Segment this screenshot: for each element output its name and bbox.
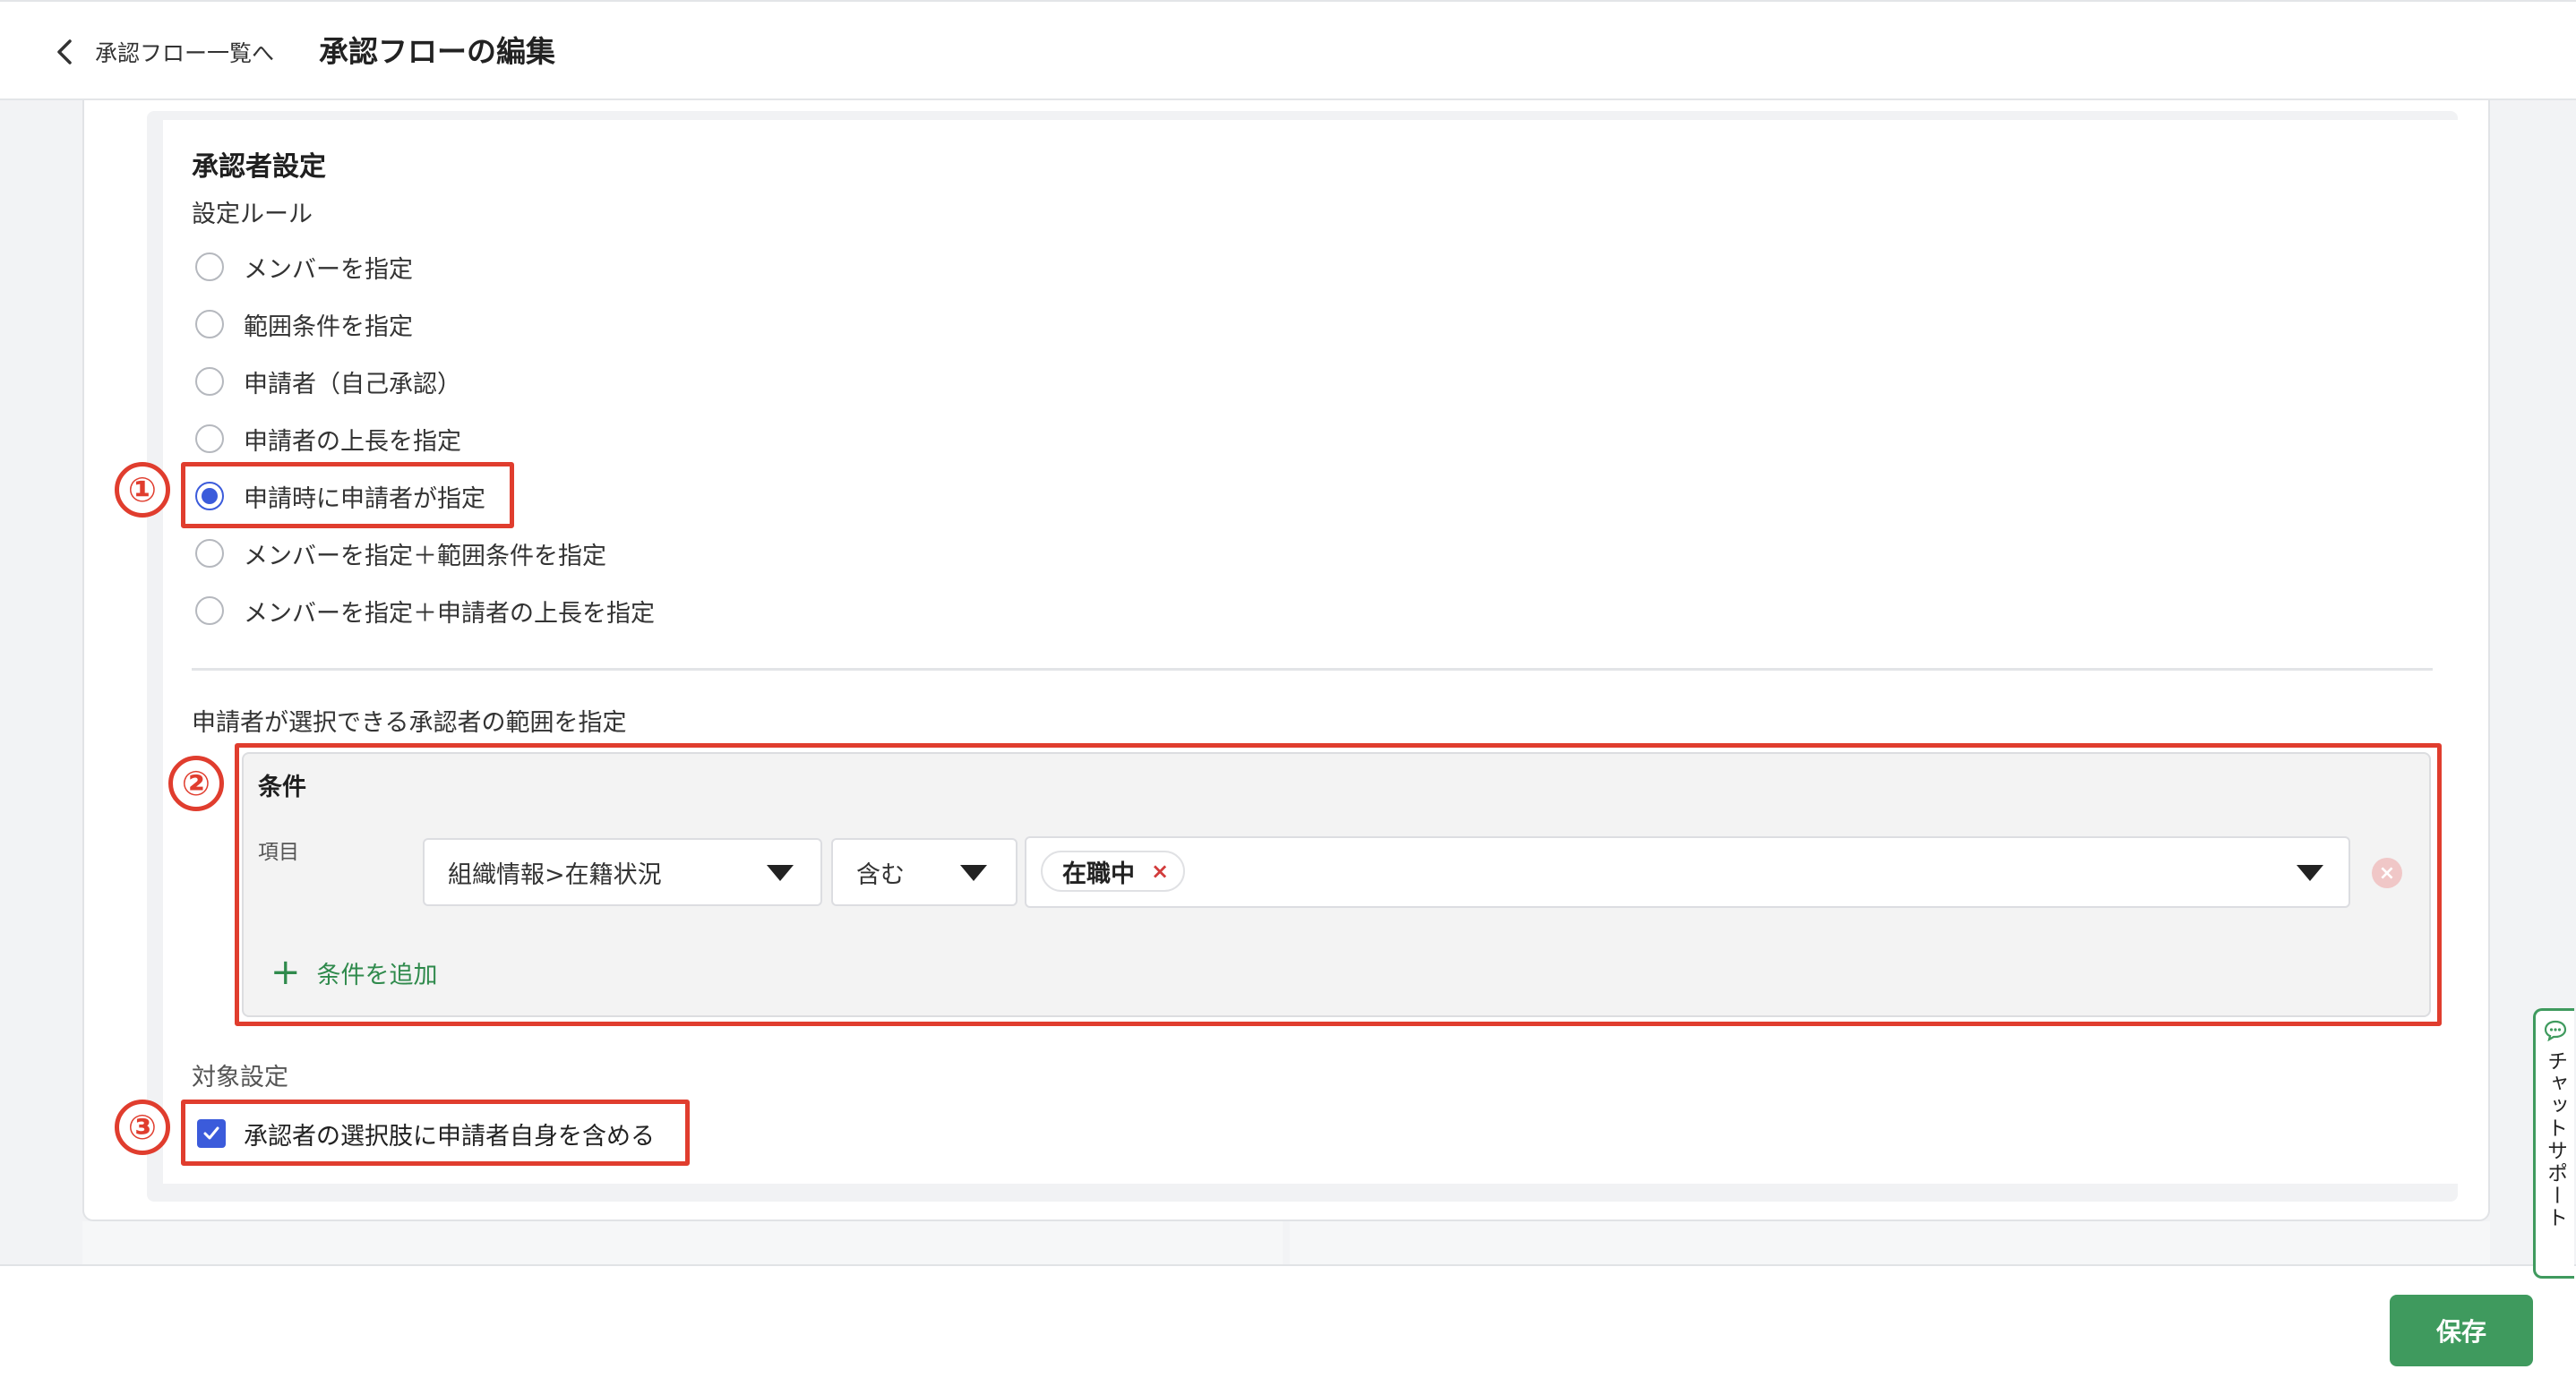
radio-label: メンバーを指定 xyxy=(244,255,413,284)
radio-label: メンバーを指定＋申請者の上長を指定 xyxy=(244,599,655,628)
target-label: 対象設定 xyxy=(192,1064,288,1091)
chat-support-label: チャットサポート xyxy=(2543,1050,2567,1229)
radio-button[interactable] xyxy=(195,310,224,338)
radio-option-range[interactable]: 範囲条件を指定 xyxy=(195,304,413,344)
footer-bar xyxy=(0,1264,2576,1395)
save-button[interactable]: 保存 xyxy=(2390,1295,2533,1366)
radio-option-self-approval[interactable]: 申請者（自己承認） xyxy=(195,362,461,401)
annotation-number-3: ③ xyxy=(115,1100,170,1155)
range-label: 申請者が選択できる承認者の範囲を指定 xyxy=(192,709,627,737)
back-to-list-link[interactable]: 承認フロー一覧へ xyxy=(54,34,274,70)
back-link-label: 承認フロー一覧へ xyxy=(95,40,275,66)
page-header: 承認フロー一覧へ 承認フローの編集 xyxy=(0,0,2576,100)
chat-bubble-icon xyxy=(2544,1020,2566,1041)
radio-option-member-plus-range[interactable]: メンバーを指定＋範囲条件を指定 xyxy=(195,534,606,573)
approver-settings-title: 承認者設定 xyxy=(192,151,326,183)
annotation-box-3 xyxy=(181,1100,690,1166)
radio-button[interactable] xyxy=(195,367,224,396)
annotation-box-2 xyxy=(235,743,2442,1026)
next-step-card-right xyxy=(1290,1221,2490,1266)
section-divider xyxy=(192,668,2433,671)
annotation-box-1 xyxy=(181,462,514,528)
radio-button[interactable] xyxy=(195,596,224,625)
radio-option-member-plus-supervisor[interactable]: メンバーを指定＋申請者の上長を指定 xyxy=(195,591,655,630)
radio-label: 範囲条件を指定 xyxy=(244,312,413,341)
radio-button[interactable] xyxy=(195,424,224,453)
radio-button[interactable] xyxy=(195,539,224,568)
radio-label: メンバーを指定＋範囲条件を指定 xyxy=(244,542,606,570)
annotation-number-1: ① xyxy=(115,462,170,518)
page-title: 承認フローの編集 xyxy=(319,34,555,69)
radio-button[interactable] xyxy=(195,252,224,281)
radio-label: 申請者（自己承認） xyxy=(244,370,461,398)
chevron-left-icon xyxy=(57,39,72,64)
annotation-number-2: ② xyxy=(168,756,224,811)
next-step-card-left xyxy=(82,1221,1283,1266)
chat-support-tab[interactable]: チャットサポート xyxy=(2533,1008,2574,1279)
radio-option-supervisor[interactable]: 申請者の上長を指定 xyxy=(195,419,461,458)
radio-option-member[interactable]: メンバーを指定 xyxy=(195,247,413,287)
rule-label: 設定ルール xyxy=(192,201,313,228)
radio-label: 申請者の上長を指定 xyxy=(244,427,461,456)
